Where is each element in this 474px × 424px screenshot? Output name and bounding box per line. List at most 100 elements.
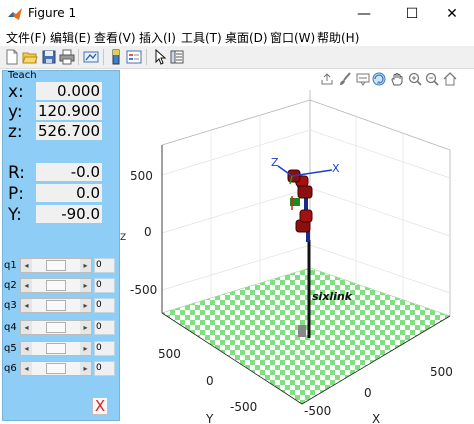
robot-base <box>298 325 306 337</box>
y-value: 120.900 <box>36 102 102 120</box>
datatip-icon[interactable] <box>356 72 370 86</box>
joint-label: q6 <box>4 363 17 374</box>
zoom-in-icon[interactable] <box>408 72 422 86</box>
z-tick-label: 500 <box>130 169 153 183</box>
teach-panel-title: Teach <box>7 70 38 81</box>
menu-edit[interactable]: 编辑(E) <box>50 29 91 46</box>
figure-toolbar <box>0 46 474 69</box>
link-plot-icon[interactable] <box>83 49 99 65</box>
x-tick-label: 0 <box>364 386 372 400</box>
robot-arm <box>287 169 313 242</box>
slider-left-arrow-icon[interactable]: ◂ <box>21 299 32 312</box>
edit-plot-icon[interactable] <box>152 49 168 65</box>
joint-label: q5 <box>4 343 17 354</box>
slider-thumb[interactable] <box>46 280 66 291</box>
slider-left-arrow-icon[interactable]: ◂ <box>21 321 32 334</box>
print-icon[interactable] <box>59 49 75 65</box>
joint-value-field[interactable]: 0 <box>94 298 115 313</box>
yaw-value: -90.0 <box>36 205 102 223</box>
title-bar: Figure 1 — ☐ ✕ <box>0 0 474 28</box>
robot-name-label: sixlink <box>312 290 353 303</box>
window-title: Figure 1 <box>28 6 77 20</box>
zoom-out-icon[interactable] <box>425 72 439 86</box>
menu-window[interactable]: 窗口(W) <box>270 29 315 46</box>
pan-icon[interactable] <box>390 72 404 86</box>
roll-value: -0.0 <box>36 163 102 181</box>
y-label: y: <box>8 102 23 122</box>
frame-x-label: X <box>332 162 340 175</box>
joint-value-field[interactable]: 0 <box>94 361 115 376</box>
robot-3d-axes[interactable]: 500 0 -500 Z 500 0 -500 Y 500 0 -500 X s… <box>120 90 474 424</box>
property-inspector-icon[interactable] <box>169 49 185 65</box>
slider-right-arrow-icon[interactable]: ▸ <box>80 362 91 375</box>
joint-slider[interactable]: ◂ ▸ <box>20 361 92 376</box>
z-tick-label: -500 <box>130 283 157 297</box>
joint-label: q4 <box>4 322 17 333</box>
z-axis-label: Z <box>120 233 126 243</box>
colorbar-icon[interactable] <box>108 49 124 65</box>
export-icon[interactable] <box>320 72 334 86</box>
slider-right-arrow-icon[interactable]: ▸ <box>80 299 91 312</box>
slider-left-arrow-icon[interactable]: ◂ <box>21 259 32 272</box>
y-tick-label: -500 <box>230 400 257 414</box>
slider-left-arrow-icon[interactable]: ◂ <box>21 362 32 375</box>
menu-insert[interactable]: 插入(I) <box>139 29 176 46</box>
slider-right-arrow-icon[interactable]: ▸ <box>80 342 91 355</box>
menu-file[interactable]: 文件(F) <box>6 29 46 46</box>
legend-icon[interactable] <box>126 49 142 65</box>
pitch-value: 0.0 <box>36 184 102 202</box>
slider-right-arrow-icon[interactable]: ▸ <box>80 259 91 272</box>
home-icon[interactable] <box>443 72 457 86</box>
joint-label: q1 <box>4 260 17 271</box>
joint-value-field[interactable]: 0 <box>94 341 115 356</box>
joint-slider[interactable]: ◂ ▸ <box>20 278 92 293</box>
slider-thumb[interactable] <box>46 343 66 354</box>
x-tick-label: -500 <box>304 404 331 418</box>
z-label: z: <box>8 122 23 142</box>
menu-help[interactable]: 帮助(H) <box>317 29 359 46</box>
y-tick-label: 0 <box>206 374 214 388</box>
close-teach-button[interactable]: X <box>92 397 108 415</box>
slider-thumb[interactable] <box>46 260 66 271</box>
slider-thumb[interactable] <box>46 300 66 311</box>
x-value: 0.000 <box>36 82 102 100</box>
joint-slider[interactable]: ◂ ▸ <box>20 341 92 356</box>
joint-slider[interactable]: ◂ ▸ <box>20 258 92 273</box>
slider-right-arrow-icon[interactable]: ▸ <box>80 279 91 292</box>
joint-value-field[interactable]: 0 <box>94 278 115 293</box>
x-axis-label: X <box>372 412 380 424</box>
save-icon[interactable] <box>41 49 57 65</box>
y-tick-label: 500 <box>158 347 181 361</box>
menu-bar: 文件(F) 编辑(E) 查看(V) 插入(I) 工具(T) 桌面(D) 窗口(W… <box>0 28 474 46</box>
joint-label: q2 <box>4 280 17 291</box>
rotate-icon[interactable] <box>372 72 386 86</box>
x-tick-label: 500 <box>430 365 453 379</box>
slider-thumb[interactable] <box>46 363 66 374</box>
menu-view[interactable]: 查看(V) <box>94 29 136 46</box>
joint-value-field[interactable]: 0 <box>94 320 115 335</box>
joint-value-field[interactable]: 0 <box>94 258 115 273</box>
slider-right-arrow-icon[interactable]: ▸ <box>80 321 91 334</box>
close-window-button[interactable]: ✕ <box>430 0 474 28</box>
slider-thumb[interactable] <box>46 322 66 333</box>
z-tick-label: 0 <box>144 225 152 239</box>
joint-slider[interactable]: ◂ ▸ <box>20 320 92 335</box>
joint-slider[interactable]: ◂ ▸ <box>20 298 92 313</box>
menu-desktop[interactable]: 桌面(D) <box>225 29 268 46</box>
frame-z-label: Z <box>271 156 279 169</box>
slider-left-arrow-icon[interactable]: ◂ <box>21 342 32 355</box>
pitch-label: P: <box>8 184 24 204</box>
y-axis-label: Y <box>205 412 214 424</box>
brush-icon[interactable] <box>338 72 352 86</box>
open-file-icon[interactable] <box>22 49 38 65</box>
minimize-button[interactable]: — <box>342 0 386 28</box>
menu-tools[interactable]: 工具(T) <box>181 29 222 46</box>
maximize-button[interactable]: ☐ <box>390 0 434 28</box>
yaw-label: Y: <box>8 205 22 225</box>
z-value: 526.700 <box>36 122 102 140</box>
new-figure-icon[interactable] <box>4 49 20 65</box>
slider-left-arrow-icon[interactable]: ◂ <box>21 279 32 292</box>
roll-label: R: <box>8 163 26 183</box>
x-label: x: <box>8 82 24 102</box>
matlab-icon <box>8 8 22 20</box>
